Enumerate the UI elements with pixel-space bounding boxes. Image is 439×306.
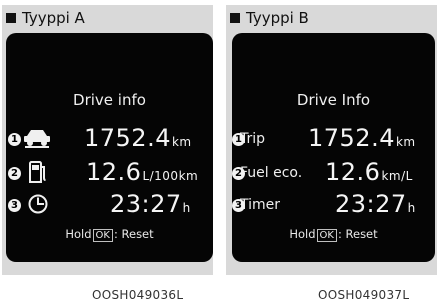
trip-row: 1 Trip 1752.4km <box>232 122 435 156</box>
reset-hint: Hold OK: Reset <box>289 227 378 242</box>
timer-row: 3 23:27h <box>6 188 213 222</box>
image-code-b: OOSH049037L <box>318 288 410 302</box>
badge-1: 1 <box>8 133 21 146</box>
fuel-eco-label: Fuel eco. <box>240 165 303 181</box>
clock-icon <box>28 194 48 214</box>
timer-value: 23:27h <box>110 190 191 218</box>
timer-value: 23:27h <box>335 190 416 218</box>
panel-type-b: Tyyppi B Drive Info 1 Trip 1752.4km 2 Fu… <box>226 5 437 275</box>
image-code-a: OOSH049036L <box>92 288 184 302</box>
panel-header: Tyyppi B <box>230 7 309 29</box>
badge-2: 2 <box>8 167 21 180</box>
cluster-display: Drive Info 1 Trip 1752.4km 2 Fuel eco. 1… <box>232 33 435 262</box>
trip-label: Trip <box>240 131 266 147</box>
fuel-pump-icon <box>29 161 46 183</box>
badge-3: 3 <box>8 199 21 212</box>
ok-key: OK <box>316 229 337 242</box>
reset-hint: Hold OK: Reset <box>65 227 154 242</box>
fuel-value: 12.6L/100km <box>86 158 199 186</box>
cluster-display: Drive info 1 1752.4km 2 12.6L/100km 3 23… <box>6 33 213 262</box>
screen-title: Drive info <box>73 91 146 109</box>
car-trip-icon <box>24 130 50 148</box>
square-bullet-icon <box>6 13 16 23</box>
timer-label: Timer <box>240 197 281 213</box>
square-bullet-icon <box>230 13 240 23</box>
panel-type-a: Tyyppi A Drive info 1 1752.4km 2 12.6L/1 <box>2 5 213 275</box>
fuel-value: 12.6km/L <box>325 158 413 186</box>
panel-header: Tyyppi A <box>6 7 85 29</box>
panel-header-label: Tyyppi A <box>22 9 85 27</box>
timer-row: 3 Timer 23:27h <box>232 188 435 222</box>
panel-header-label: Tyyppi B <box>246 9 309 27</box>
fuel-row: 2 12.6L/100km <box>6 156 213 190</box>
screen-title: Drive Info <box>296 91 371 109</box>
trip-value: 1752.4km <box>308 124 416 152</box>
trip-row: 1 1752.4km <box>6 122 213 156</box>
trip-value: 1752.4km <box>84 124 192 152</box>
ok-key: OK <box>92 229 113 242</box>
fuel-row: 2 Fuel eco. 12.6km/L <box>232 156 435 190</box>
